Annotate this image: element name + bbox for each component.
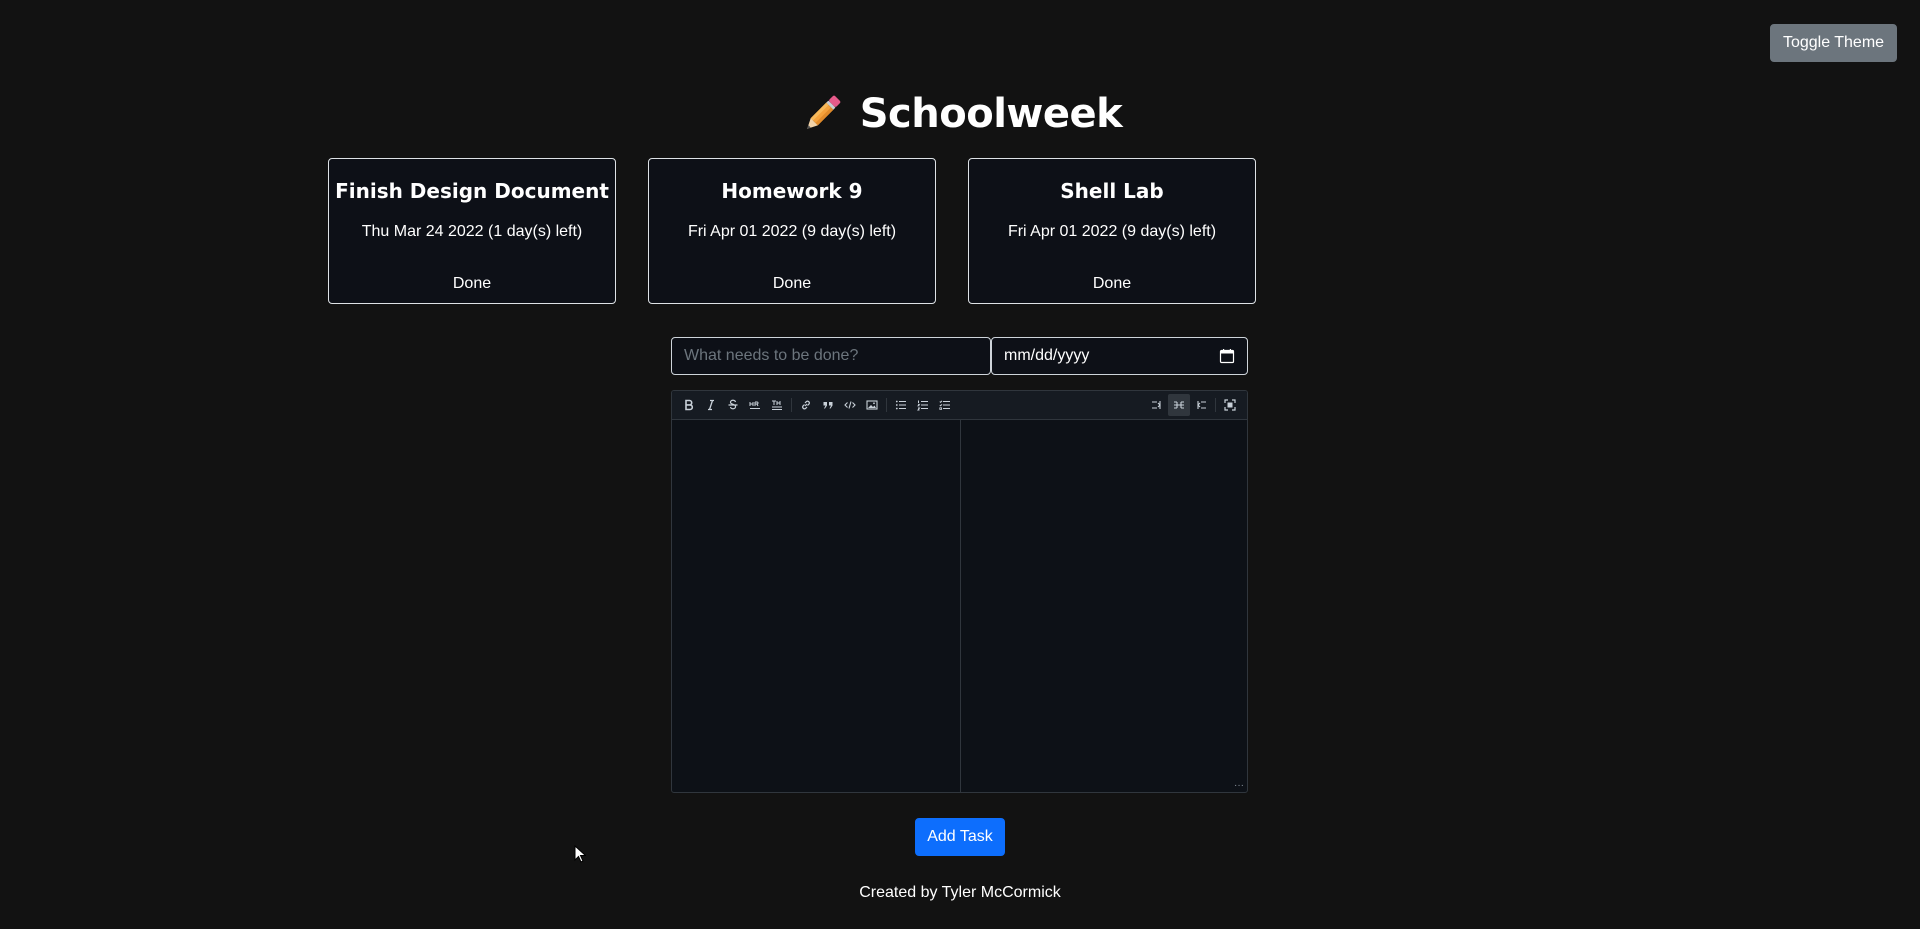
task-done-button[interactable]: Done bbox=[969, 275, 1255, 293]
task-list-icon[interactable] bbox=[934, 394, 956, 416]
editor-preview-pane bbox=[961, 420, 1247, 792]
horizontal-rule-icon[interactable] bbox=[744, 394, 766, 416]
toolbar-divider bbox=[1215, 398, 1216, 412]
quote-icon[interactable] bbox=[817, 394, 839, 416]
page-header: Schoolweek bbox=[0, 84, 1920, 144]
editor-panes bbox=[672, 420, 1247, 792]
unordered-list-icon[interactable] bbox=[890, 394, 912, 416]
task-card: Finish Design Document Thu Mar 24 2022 (… bbox=[328, 158, 616, 304]
edit-only-icon[interactable] bbox=[1146, 394, 1168, 416]
task-due-date: Fri Apr 01 2022 (9 day(s) left) bbox=[1007, 223, 1217, 240]
editor-toolbar bbox=[672, 391, 1247, 420]
pencil-icon bbox=[806, 95, 841, 129]
toolbar-divider bbox=[791, 398, 792, 412]
add-task-button[interactable]: Add Task bbox=[915, 818, 1005, 856]
task-due-date: Thu Mar 24 2022 (1 day(s) left) bbox=[361, 223, 583, 240]
editor-input-pane[interactable] bbox=[672, 420, 961, 792]
task-title: Finish Design Document bbox=[335, 179, 609, 203]
mouse-cursor-icon bbox=[574, 845, 586, 863]
task-done-button[interactable]: Done bbox=[329, 275, 615, 293]
link-icon[interactable] bbox=[795, 394, 817, 416]
task-name-input[interactable]: What needs to be done? bbox=[671, 337, 991, 375]
due-date-input[interactable]: mm/dd/yyyy bbox=[991, 337, 1248, 375]
app-page: Toggle Theme Schoolweek Finish Design Do… bbox=[0, 0, 1920, 929]
task-input-placeholder: What needs to be done? bbox=[684, 347, 859, 364]
toolbar-divider bbox=[886, 398, 887, 412]
markdown-editor: ··· bbox=[671, 390, 1248, 793]
resize-handle[interactable]: ··· bbox=[1234, 781, 1244, 791]
preview-only-icon[interactable] bbox=[1190, 394, 1212, 416]
ordered-list-icon[interactable] bbox=[912, 394, 934, 416]
task-done-button[interactable]: Done bbox=[649, 275, 935, 293]
toggle-theme-button[interactable]: Toggle Theme bbox=[1770, 24, 1897, 62]
task-due-date: Fri Apr 01 2022 (9 day(s) left) bbox=[687, 223, 897, 240]
strikethrough-icon[interactable] bbox=[722, 394, 744, 416]
italic-icon[interactable] bbox=[700, 394, 722, 416]
task-card: Shell Lab Fri Apr 01 2022 (9 day(s) left… bbox=[968, 158, 1256, 304]
fullscreen-icon[interactable] bbox=[1219, 394, 1241, 416]
task-card: Homework 9 Fri Apr 01 2022 (9 day(s) lef… bbox=[648, 158, 936, 304]
date-input-placeholder: mm/dd/yyyy bbox=[1004, 347, 1090, 364]
footer-credit: Created by Tyler McCormick bbox=[859, 884, 1061, 901]
code-icon[interactable] bbox=[839, 394, 861, 416]
split-view-icon[interactable] bbox=[1168, 394, 1190, 416]
page-title: Schoolweek bbox=[859, 91, 1123, 137]
task-title: Shell Lab bbox=[1060, 179, 1164, 203]
calendar-icon[interactable] bbox=[1219, 348, 1235, 364]
bold-icon[interactable] bbox=[678, 394, 700, 416]
title-icon[interactable] bbox=[766, 394, 788, 416]
task-title: Homework 9 bbox=[721, 179, 863, 203]
image-icon[interactable] bbox=[861, 394, 883, 416]
